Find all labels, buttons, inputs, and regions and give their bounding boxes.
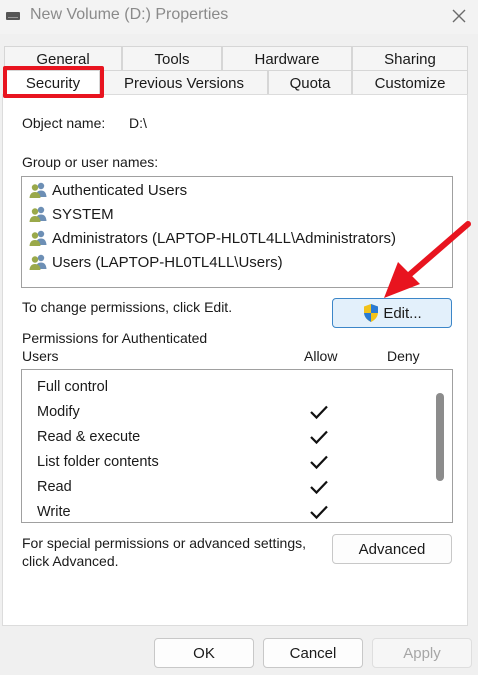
user-name: Users (LAPTOP-HL0TL4LL\Users) [52,253,283,271]
permission-row-list-folder-contents: List folder contents [22,450,432,475]
allow-column-header: Allow [304,348,338,364]
deny-column-header: Deny [387,348,420,364]
advanced-button[interactable]: Advanced [332,534,452,564]
close-icon [452,9,466,23]
permission-name: Write [37,504,71,520]
permission-name: Modify [37,404,80,420]
special-permissions-text-2: click Advanced. [22,553,119,569]
user-name: SYSTEM [52,205,114,223]
checkmark-icon [310,455,328,470]
ok-button[interactable]: OK [154,638,254,668]
users-group-icon [28,181,48,199]
special-permissions-text: For special permissions or advanced sett… [22,535,307,551]
tab-quota[interactable]: Quota [268,70,352,95]
permissions-label: Permissions for Authenticated [22,330,208,346]
group-names-label: Group or user names: [22,154,159,170]
permission-row-read: Read [22,475,432,500]
users-group-icon [28,205,48,223]
edit-button-label: Edit... [383,304,422,322]
user-name: Administrators (LAPTOP-HL0TL4LL\Administ… [52,229,397,247]
permission-row-full-control: Full control [22,375,432,400]
checkmark-icon [310,405,328,420]
highlight-annotation [3,66,104,98]
checkmark-icon [310,505,328,520]
drive-icon [6,12,20,20]
tab-hardware[interactable]: Hardware [222,46,352,72]
arrow-annotation-icon [384,221,471,298]
permission-row-read-execute: Read & execute [22,425,432,450]
permission-row-modify: Modify [22,400,432,425]
permission-name: Full control [37,379,108,395]
permission-row-write: Write [22,500,432,522]
user-name: Authenticated Users [52,181,188,199]
permission-name: Read [37,479,72,495]
permission-name: List folder contents [37,454,159,470]
tab-sharing[interactable]: Sharing [352,46,468,72]
users-group-icon [28,253,48,271]
cancel-button[interactable]: Cancel [263,638,363,668]
object-name-value: D:\ [129,115,147,131]
user-item-authenticated-users[interactable]: Authenticated Users [22,178,452,202]
change-permissions-text: To change permissions, click Edit. [22,299,233,315]
edit-button[interactable]: Edit... [332,298,452,328]
permission-name: Read & execute [37,429,141,445]
window-title: New Volume (D:) Properties [30,6,229,23]
permissions-list[interactable]: Full control Modify Read & execute List … [21,369,453,523]
uac-shield-icon [364,304,379,322]
tab-previous-versions[interactable]: Previous Versions [100,70,268,95]
scrollbar-thumb[interactable] [436,393,444,481]
users-group-icon [28,229,48,247]
permissions-label-user: Users [22,348,59,364]
close-button[interactable] [444,2,474,30]
tab-customize[interactable]: Customize [352,70,468,95]
object-name-label: Object name: [22,115,106,131]
apply-button[interactable]: Apply [372,638,472,668]
checkmark-icon [310,480,328,495]
tab-tools[interactable]: Tools [122,46,222,72]
checkmark-icon [310,430,328,445]
